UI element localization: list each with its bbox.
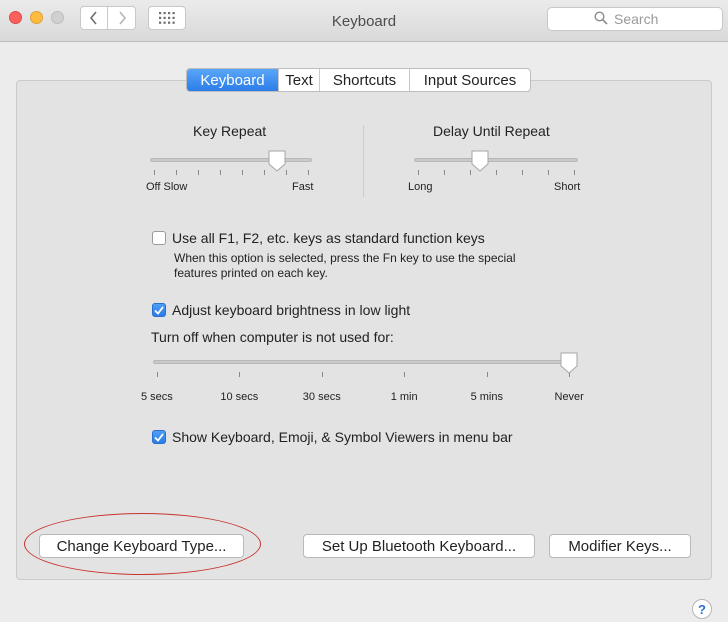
function-keys-help-line1: When this option is selected, press the … [174,251,516,265]
key-repeat-slider[interactable] [150,158,312,162]
turn-off-stop-label: 30 secs [302,391,341,403]
slider-tick [496,170,497,175]
turn-off-label: Turn off when computer is not used for: [151,329,394,345]
function-keys-label[interactable]: Use all F1, F2, etc. keys as standard fu… [172,230,485,246]
brightness-label[interactable]: Adjust keyboard brightness in low light [172,302,410,318]
turn-off-stop-label: 5 secs [141,391,173,403]
slider-tick [418,170,419,175]
search-field[interactable] [547,7,723,31]
help-button[interactable]: ? [692,599,712,619]
slider-tick [321,372,323,377]
function-keys-checkbox[interactable] [152,231,166,245]
viewers-label[interactable]: Show Keyboard, Emoji, & Symbol Viewers i… [172,429,513,445]
checkmark-icon [154,305,164,315]
slider-tick [404,372,406,377]
slider-tick [198,170,199,175]
slider-tick [242,170,243,175]
tab-input-sources[interactable]: Input Sources [410,69,530,91]
turn-off-stop-label: Never [554,391,584,403]
turn-off-stop-label: 10 secs [220,391,259,403]
turn-off-knob[interactable] [560,352,578,374]
function-keys-help-line2: features printed on each key. [174,266,328,280]
search-icon [594,11,608,25]
key-repeat-title: Key Repeat [193,123,267,139]
section-divider [363,125,364,197]
delay-until-repeat-title: Delay Until Repeat [433,123,550,139]
modifier-keys-button[interactable]: Modifier Keys... [549,534,691,558]
delay-min-label: Long [408,181,433,193]
slider-tick [176,170,177,175]
turn-off-slider[interactable] [153,360,573,364]
delay-until-repeat-slider[interactable] [414,158,578,162]
key-repeat-min-label: Off Slow [146,181,188,193]
slider-tick [574,170,575,175]
bluetooth-keyboard-button[interactable]: Set Up Bluetooth Keyboard... [303,534,535,558]
slider-tick [548,170,549,175]
slider-tick [308,170,309,175]
turn-off-stop-label: 5 mins [470,391,503,403]
checkmark-icon [154,432,164,442]
tab-text[interactable]: Text [279,69,320,91]
slider-tick [264,170,265,175]
slider-tick [157,372,158,377]
slider-tick [154,170,155,175]
slider-tick [220,170,221,175]
tab-bar: Keyboard Text Shortcuts Input Sources [186,68,531,92]
brightness-checkbox[interactable] [152,303,166,317]
turn-off-stop-label: 1 min [390,391,418,403]
tab-shortcuts[interactable]: Shortcuts [320,69,410,91]
viewers-checkbox[interactable] [152,430,166,444]
key-repeat-knob[interactable] [268,150,286,172]
slider-tick [444,170,445,175]
slider-tick [486,372,488,377]
title-bar: Keyboard [0,0,728,42]
key-repeat-max-label: Fast [292,181,314,193]
tab-keyboard[interactable]: Keyboard [187,69,279,91]
highlight-annotation [24,513,261,575]
delay-max-label: Short [554,181,581,193]
delay-until-repeat-knob[interactable] [471,150,489,172]
search-input[interactable] [614,11,714,27]
slider-tick [522,170,523,175]
slider-tick [239,372,241,377]
